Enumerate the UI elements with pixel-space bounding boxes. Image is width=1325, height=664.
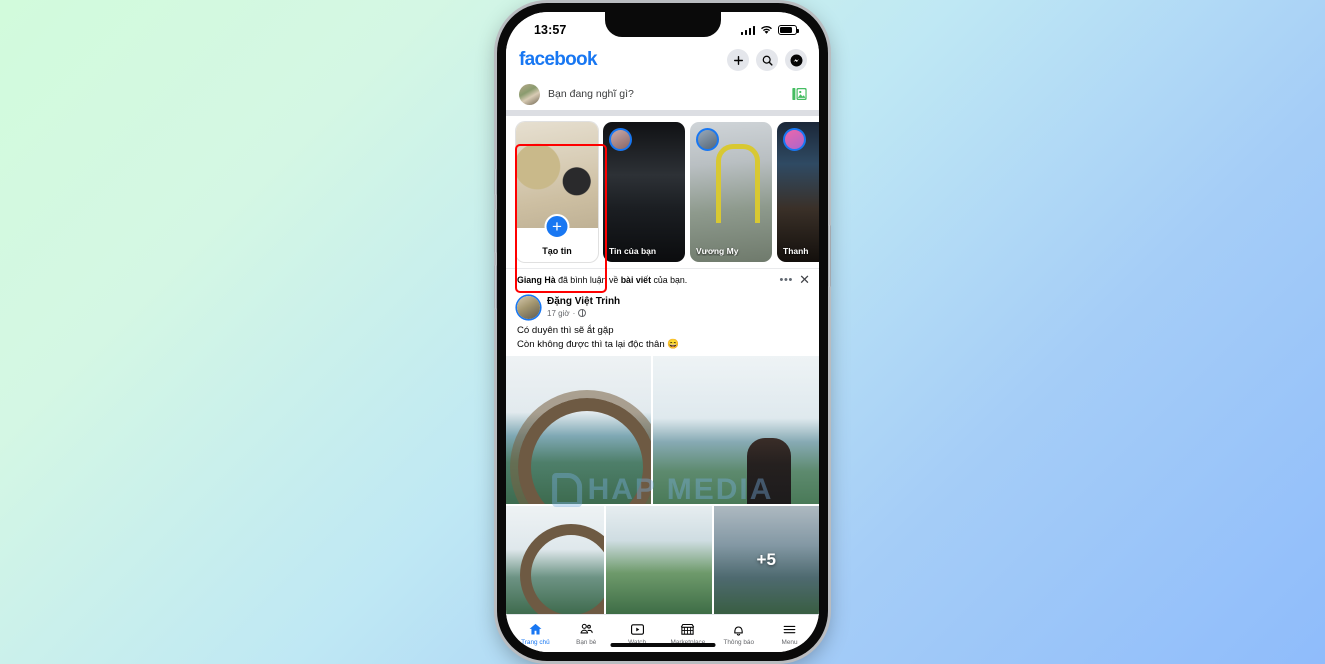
post-text-line-1: Có duyên thì sẽ ắt gặp: [517, 325, 614, 336]
friends-icon: [580, 623, 593, 633]
nav-item-menu[interactable]: Menu: [766, 622, 814, 646]
phone-screen: 13:57 facebook Bạn đang nghĩ gì? + Tạo t…: [506, 12, 819, 652]
notification-actor: Giang Hà: [517, 274, 556, 285]
nav-label: Thông báo: [723, 638, 754, 646]
facebook-logo[interactable]: facebook: [519, 49, 598, 71]
watch-video-icon: [630, 623, 644, 635]
silent-switch[interactable]: [494, 169, 497, 195]
avatar[interactable]: [519, 83, 540, 105]
nav-item-marketplace[interactable]: Marketplace: [664, 622, 712, 646]
post-time: 17 giờ: [547, 308, 570, 318]
stories-tray[interactable]: + Tạo tin Tin của bạn Vương My Thanh: [506, 116, 819, 268]
home-indicator[interactable]: [610, 643, 715, 647]
status-time: 13:57: [534, 23, 567, 37]
avatar[interactable]: [517, 295, 540, 319]
header-actions: [727, 49, 807, 71]
photo-gallery-icon[interactable]: [792, 87, 807, 101]
phone-device-frame: 13:57 facebook Bạn đang nghĩ gì? + Tạo t…: [494, 3, 831, 661]
post-photo-grid[interactable]: +5 HAP MEDIA: [506, 356, 819, 614]
create-story-card[interactable]: + Tạo tin: [516, 122, 598, 262]
post-photo[interactable]: [506, 356, 651, 505]
search-icon: [762, 55, 773, 66]
store-icon: [681, 623, 695, 635]
plus-icon: [733, 55, 743, 65]
nav-item-home[interactable]: Trang chủ: [511, 622, 559, 646]
cellular-bars-icon: [740, 25, 755, 35]
story-name: Vương My: [696, 246, 739, 256]
news-feed: Giang Hà đã bình luận về bài viết của bạ…: [506, 268, 819, 614]
nav-item-notifications[interactable]: Thông báo: [715, 622, 763, 646]
nav-label: Trang chủ: [521, 638, 550, 646]
search-button[interactable]: [756, 49, 778, 71]
notification-subject: bài viết: [620, 274, 651, 285]
photo-grid-top-row: [506, 356, 819, 505]
composer-placeholder[interactable]: Bạn đang nghĩ gì?: [548, 88, 784, 100]
post-photo[interactable]: [506, 506, 604, 614]
story-avatar: [783, 128, 806, 151]
story-card[interactable]: Tin của bạn: [603, 122, 685, 262]
nav-item-friends[interactable]: Bạn bè: [562, 622, 610, 646]
globe-icon: [578, 309, 587, 318]
story-card[interactable]: Thanh: [777, 122, 819, 262]
create-story-label: Tạo tin: [542, 246, 572, 256]
post-text: Có duyên thì sẽ ắt gặp Còn không được th…: [506, 324, 819, 356]
status-icons: [740, 25, 800, 35]
plus-icon[interactable]: +: [544, 214, 570, 239]
notification-text: Giang Hà đã bình luận về bài viết của bạ…: [517, 275, 773, 285]
post-text-line-2: Còn không được thì ta lại độc thân 😄: [517, 338, 680, 350]
post-meta: 17 giờ ·: [547, 309, 620, 318]
messenger-button[interactable]: [785, 49, 807, 71]
post-header: Đặng Việt Trinh 17 giờ ·: [506, 290, 819, 324]
story-name: Tin của bạn: [609, 246, 657, 256]
notification-text-before: đã bình luận về: [555, 274, 621, 285]
battery-icon: [778, 25, 800, 35]
post-photo[interactable]: +5: [713, 506, 819, 614]
story-avatar: [696, 128, 719, 151]
story-name: Thanh: [783, 246, 809, 256]
meta-separator: ·: [572, 308, 576, 318]
post-photo[interactable]: [653, 356, 819, 505]
add-button[interactable]: [727, 49, 749, 71]
photo-overflow-badge[interactable]: +5: [713, 506, 819, 614]
post-author-name[interactable]: Đặng Việt Trinh: [547, 296, 620, 309]
hamburger-menu-icon: [783, 625, 796, 633]
story-avatar: [609, 128, 632, 151]
create-story-thumbnail: [516, 122, 598, 228]
volume-down-button[interactable]: [494, 265, 497, 309]
post-photo[interactable]: [606, 506, 712, 614]
app-header: facebook: [506, 42, 819, 78]
nav-label: Bạn bè: [576, 638, 597, 646]
photo-grid-bottom-row: +5: [506, 506, 819, 614]
comment-notification-banner[interactable]: Giang Hà đã bình luận về bài viết của bạ…: [506, 268, 819, 290]
nav-label: Menu: [781, 638, 798, 646]
bell-icon: [734, 625, 743, 636]
volume-up-button[interactable]: [494, 209, 497, 253]
nav-item-watch[interactable]: Watch: [613, 622, 661, 646]
post-composer[interactable]: Bạn đang nghĩ gì?: [506, 78, 819, 110]
power-button[interactable]: [828, 225, 831, 287]
notification-text-after: của bạn.: [651, 274, 688, 285]
device-notch: [604, 12, 721, 37]
home-icon: [529, 623, 542, 634]
wifi-icon: [761, 25, 772, 34]
messenger-icon: [790, 54, 802, 66]
story-card[interactable]: Vương My: [690, 122, 772, 262]
post-author-block: Đặng Việt Trinh 17 giờ ·: [547, 296, 620, 318]
